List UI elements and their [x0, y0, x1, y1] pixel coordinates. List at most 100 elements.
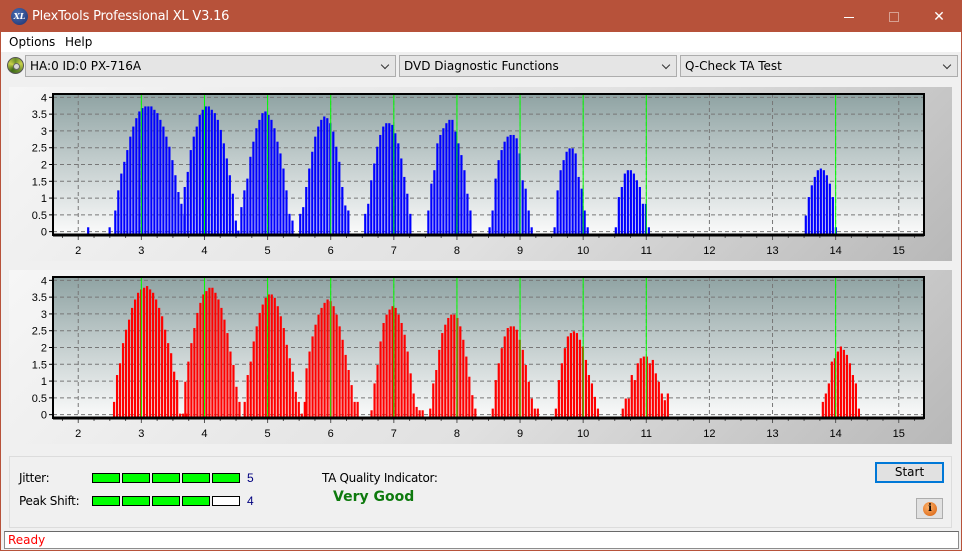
blue-bar [132, 126, 135, 235]
red-bar [578, 339, 582, 418]
info-icon: i [923, 502, 937, 516]
blue-bar [454, 131, 457, 235]
blue-bar [497, 160, 500, 235]
blue-bar [466, 193, 469, 235]
x-tick-label: 3 [138, 428, 144, 440]
red-bar [226, 333, 229, 418]
upper-chart-panel: 0 0.5 1 1.5 2 2.5 3 3.5 4 2 3 4 5 6 7 8 9 10 11 12 13 14 15 [9, 87, 952, 261]
results-panel [9, 456, 952, 528]
close-button[interactable]: ✕ [916, 1, 962, 32]
red-bar [666, 393, 669, 418]
lower-histogram-chart: 0 0.5 1 1.5 2 2.5 3 3.5 4 2 3 4 5 6 7 8 9 10 11 12 13 14 15 [32, 275, 925, 440]
blue-bar [828, 183, 831, 235]
peak-shift-segment [212, 496, 240, 506]
red-bar [282, 328, 285, 418]
blue-bar [521, 180, 524, 235]
blue-bar [527, 210, 530, 235]
red-bar [261, 304, 264, 418]
menu-options[interactable]: Options [9, 35, 55, 49]
red-bar [441, 333, 444, 418]
close-icon: ✕ [933, 8, 945, 24]
blue-bar [117, 190, 120, 235]
blue-bar [463, 170, 466, 235]
blue-bar [580, 188, 583, 235]
blue-bar [299, 213, 302, 235]
red-bar [462, 339, 465, 418]
x-tick-label: 12 [703, 245, 715, 257]
blue-bar [246, 178, 249, 235]
red-bar [314, 324, 317, 418]
jitter-segment [182, 473, 210, 483]
red-bar [497, 363, 500, 418]
minimize-button[interactable] [826, 1, 872, 32]
red-bar [382, 322, 385, 418]
red-bar [173, 371, 176, 418]
blue-bar [451, 119, 454, 235]
blue-bar [804, 215, 807, 235]
blue-bar [198, 114, 201, 235]
red-bar [403, 334, 406, 418]
start-button[interactable]: Start [875, 462, 944, 483]
y-tick-label: 0.5 [32, 210, 47, 222]
blue-bar [129, 136, 132, 235]
test-select[interactable]: Q-Check TA Test [680, 55, 958, 77]
blue-bar [379, 134, 382, 235]
blue-bar [165, 136, 168, 235]
blue-bar [216, 119, 219, 235]
ta-quality-value: Very Good [333, 489, 415, 505]
red-bar [130, 307, 134, 418]
drive-select[interactable]: HA:0 ID:0 PX-716A [25, 55, 396, 77]
x-tick-label: 5 [265, 245, 271, 257]
red-bar [279, 316, 282, 418]
maximize-button[interactable] [871, 1, 917, 32]
red-bar [575, 333, 579, 418]
blue-bar [442, 128, 445, 235]
x-tick-label: 8 [454, 245, 460, 257]
red-bar [400, 322, 403, 418]
x-tick-label: 6 [328, 245, 334, 257]
red-bar [243, 401, 246, 418]
red-bar [376, 364, 379, 418]
red-bar [560, 363, 563, 418]
red-bar [453, 314, 456, 418]
blue-bar [816, 170, 819, 235]
jitter-value: 5 [247, 471, 254, 485]
red-bar [657, 381, 660, 418]
red-bar [187, 361, 190, 418]
info-button[interactable]: i [916, 498, 943, 519]
title-bar[interactable]: XL PlexTools Professional XL V3.16 ✕ [1, 1, 961, 32]
red-bar [347, 369, 350, 418]
blue-bar [388, 123, 391, 235]
x-tick-label: 3 [138, 245, 144, 257]
y-tick-label: 1.5 [32, 176, 47, 188]
blue-bar [144, 106, 147, 235]
red-bar [512, 326, 515, 418]
blue-bar [397, 143, 400, 235]
blue-bar [632, 173, 635, 235]
blue-bar [562, 160, 565, 235]
blue-bar [559, 170, 562, 235]
red-bar [252, 341, 255, 418]
blue-bar [813, 176, 816, 235]
peak-shift-value: 4 [247, 494, 254, 508]
y-tick-label: 1 [41, 376, 47, 388]
function-select[interactable]: DVD Diagnostic Functions [399, 55, 677, 77]
x-tick-label: 4 [201, 245, 207, 257]
red-bar [663, 400, 666, 418]
red-bar [590, 383, 594, 418]
blue-bar [276, 141, 279, 235]
blue-bar [213, 113, 216, 235]
blue-bar [258, 119, 261, 235]
x-tick-label: 15 [893, 428, 905, 440]
blue-bar [138, 111, 141, 235]
red-bar [264, 297, 267, 418]
red-bar [527, 381, 530, 418]
red-bar [379, 341, 382, 418]
blue-bar [819, 168, 822, 235]
lower-chart-panel: 0 0.5 1 1.5 2 2.5 3 3.5 4 2 3 4 5 6 7 8 9 10 11 12 13 14 15 [9, 270, 952, 444]
blue-bar [500, 150, 503, 235]
x-tick-label: 9 [517, 245, 523, 257]
red-bar [409, 373, 412, 418]
blue-bar [638, 186, 641, 235]
menu-help[interactable]: Help [65, 35, 92, 49]
